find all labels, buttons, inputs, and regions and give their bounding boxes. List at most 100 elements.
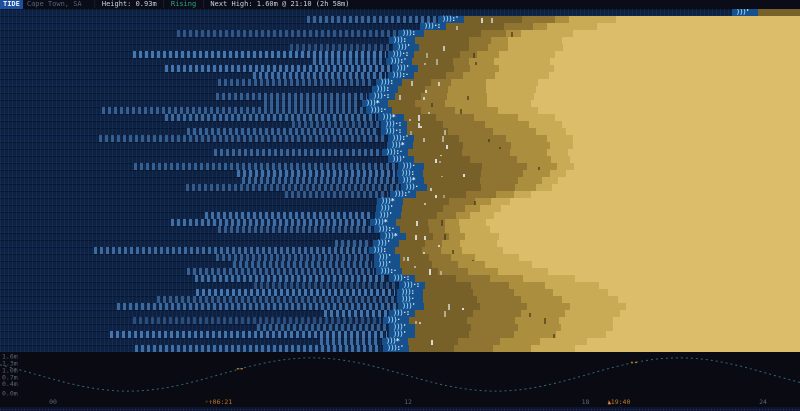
water-streak bbox=[186, 268, 374, 275]
scene-row: ))):' bbox=[0, 345, 800, 352]
scene-row: ))):' bbox=[0, 15, 800, 25]
wet-sand-band bbox=[463, 72, 495, 79]
wet-sand-band bbox=[414, 135, 459, 142]
wave-crest-glyphs: )))' bbox=[736, 9, 750, 16]
wet-sand-band bbox=[429, 226, 445, 233]
next-high-label: Next High: 1.60m @ 21:10 (2h 58m) bbox=[210, 0, 350, 8]
wet-sand-band bbox=[488, 44, 508, 51]
foam-glyph: ' bbox=[388, 211, 393, 219]
wet-sand-band bbox=[510, 149, 547, 156]
wet-sand-band bbox=[462, 149, 510, 156]
wet-sand-band bbox=[477, 296, 521, 303]
wet-sand-band bbox=[399, 240, 425, 247]
wet-sand-band bbox=[425, 282, 471, 289]
foam-glyph: ' bbox=[386, 239, 391, 247]
wet-sand-band bbox=[415, 275, 456, 282]
wet-sand-band bbox=[562, 296, 618, 303]
water bbox=[0, 240, 373, 247]
wet-sand-band bbox=[400, 226, 429, 233]
wet-sand-band bbox=[409, 345, 454, 352]
wet-sand-band bbox=[504, 23, 533, 30]
wet-sand-band bbox=[465, 233, 499, 240]
wet-sand-band bbox=[454, 65, 470, 72]
water bbox=[0, 23, 420, 30]
water-streak bbox=[132, 51, 386, 58]
wet-sand-band bbox=[511, 142, 550, 149]
wet-sand-band bbox=[518, 177, 542, 184]
wet-sand-band bbox=[415, 37, 469, 44]
wet-sand-band bbox=[547, 135, 573, 142]
scene-row: )))· bbox=[0, 163, 800, 175]
wet-sand-band bbox=[458, 261, 485, 268]
wet-sand-band bbox=[471, 324, 518, 331]
wet-sand-band bbox=[456, 212, 470, 219]
water-streak bbox=[216, 254, 372, 261]
water-streak bbox=[165, 65, 390, 72]
tide-chart: 1.6m 1.3m 1.0m 0.7m 0.4m 0.0m 00 12 18 24 ☀↑06:21 ↓… bbox=[0, 352, 800, 407]
wave-crest-glyphs: ))):' bbox=[442, 15, 459, 23]
water-streak bbox=[217, 226, 372, 233]
wet-sand-band bbox=[540, 338, 587, 345]
bottom-water-strip bbox=[0, 407, 800, 411]
water-streak bbox=[263, 100, 360, 107]
wet-sand-band bbox=[486, 86, 536, 93]
wet-sand-band bbox=[445, 226, 460, 233]
wet-sand-band bbox=[550, 142, 573, 149]
wet-sand-band bbox=[427, 184, 481, 191]
wet-sand-band bbox=[414, 156, 470, 163]
water-streak bbox=[306, 16, 436, 23]
wet-sand-band bbox=[443, 205, 465, 212]
wet-sand-band bbox=[470, 156, 517, 163]
wet-sand-band bbox=[443, 121, 485, 128]
water-streak bbox=[323, 310, 387, 317]
wet-sand-band bbox=[509, 282, 545, 289]
wet-sand-band bbox=[431, 79, 451, 86]
wet-sand-band bbox=[498, 107, 538, 114]
wet-sand-band bbox=[425, 86, 448, 93]
wet-sand-band bbox=[424, 303, 480, 310]
foam-glyph: : bbox=[389, 78, 394, 86]
scene-row: )))' bbox=[0, 212, 800, 219]
sunrise-label: ☀↑06:21 bbox=[205, 398, 232, 406]
wet-sand-band bbox=[533, 23, 547, 30]
foam-glyph: ·: bbox=[433, 22, 442, 30]
wet-sand-band bbox=[518, 324, 561, 331]
wet-sand-band bbox=[459, 219, 486, 226]
wet-sand-band bbox=[506, 135, 547, 142]
scene-row: )))* bbox=[0, 198, 800, 211]
wet-sand-band bbox=[423, 170, 481, 177]
wet-sand-band bbox=[491, 37, 508, 44]
wet-sand-band bbox=[418, 65, 454, 72]
water-streak bbox=[164, 114, 376, 121]
foam-glyph: · bbox=[414, 183, 419, 191]
wet-sand-band bbox=[423, 289, 473, 296]
foam-glyph: ' bbox=[402, 330, 407, 338]
water-streak bbox=[101, 107, 364, 114]
wet-sand-band bbox=[408, 149, 462, 156]
wet-sand-band bbox=[442, 240, 460, 247]
water-streak bbox=[253, 282, 397, 289]
foam-glyph: :' bbox=[396, 344, 405, 352]
wet-sand-band bbox=[493, 345, 531, 352]
foam-glyph: :· bbox=[401, 71, 410, 79]
wet-sand-band bbox=[499, 65, 554, 72]
water-streak bbox=[335, 240, 371, 247]
wet-sand-band bbox=[469, 331, 514, 338]
water-streak bbox=[185, 184, 399, 191]
wet-sand-band bbox=[392, 107, 421, 114]
wet-sand-band bbox=[429, 254, 451, 261]
wet-sand-band bbox=[451, 79, 486, 86]
foam-glyph: ' bbox=[411, 302, 416, 310]
wet-sand-band bbox=[536, 128, 566, 135]
wet-sand-band bbox=[409, 317, 467, 324]
wet-sand-band bbox=[449, 198, 475, 205]
water-streak bbox=[290, 44, 391, 51]
wet-sand-band bbox=[412, 58, 453, 65]
wet-sand-band bbox=[500, 338, 540, 345]
wet-sand-band bbox=[466, 191, 496, 198]
wet-sand-band bbox=[416, 191, 466, 198]
beach-scene: )))'))):')))·:))):))):)))')))·:))):')))'… bbox=[0, 9, 800, 352]
wet-sand-band bbox=[469, 37, 491, 44]
wet-sand-band bbox=[460, 226, 490, 233]
wet-sand-band bbox=[402, 79, 431, 86]
